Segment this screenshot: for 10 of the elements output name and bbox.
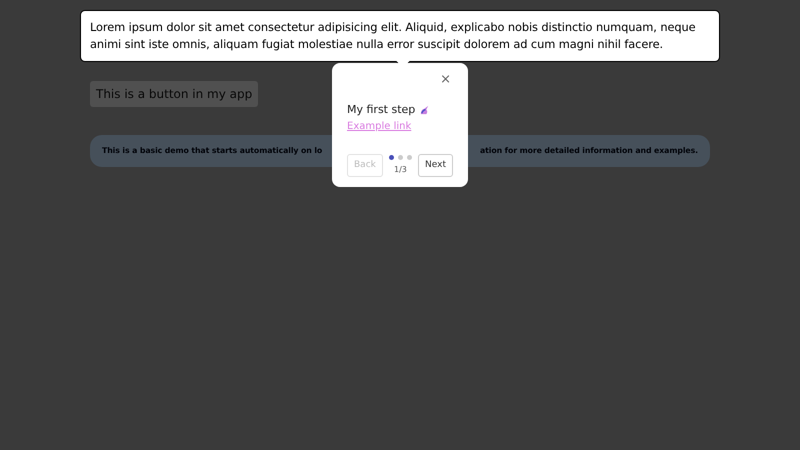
close-button[interactable]: × xyxy=(438,73,453,86)
step-dot[interactable] xyxy=(388,154,394,160)
example-link[interactable]: Example link xyxy=(347,118,453,134)
step-title: My first step xyxy=(347,102,416,118)
tooltip-text: Lorem ipsum dolor sit amet consectetur adipisicing elit. Aliquid, explicabo nobis distinctio numquam, neque animi sint iste omnis, aliquam fugiat molestiae nulla error suscipit dolorem ad cum magni nihil facere. xyxy=(90,19,697,54)
step-counter: 1/3 xyxy=(394,164,407,176)
app-button[interactable]: This is a button in my app xyxy=(90,81,258,108)
step-dot[interactable] xyxy=(398,154,403,160)
next-button[interactable]: Next xyxy=(418,154,453,177)
step-dot[interactable] xyxy=(406,154,412,160)
